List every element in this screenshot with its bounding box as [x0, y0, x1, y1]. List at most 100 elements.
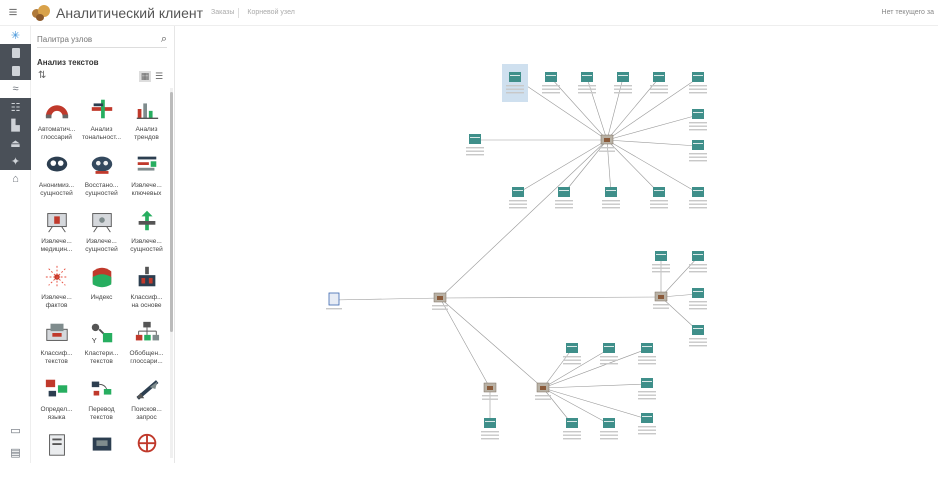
palette-node-tile[interactable]: Извлече... сущностей — [80, 204, 123, 266]
table-node-stripe — [654, 75, 664, 76]
table-node-icon[interactable] — [655, 251, 667, 261]
rail-item-3[interactable]: ≈ — [0, 80, 31, 98]
rail-item-5[interactable]: ▙ — [0, 116, 31, 134]
node-caption — [652, 264, 670, 266]
table-node-icon[interactable] — [692, 109, 704, 119]
table-node-icon[interactable] — [653, 72, 665, 82]
table-node-icon[interactable] — [509, 72, 521, 82]
source-node-icon[interactable] — [328, 292, 340, 306]
table-node-icon[interactable] — [617, 72, 629, 82]
current-task-link[interactable]: Нет текущего за — [882, 9, 934, 16]
rail-atom[interactable]: ✳ — [0, 26, 31, 44]
graph-edge — [542, 348, 648, 389]
node-caption — [563, 359, 581, 361]
sort-icon[interactable]: ⇅ — [38, 70, 46, 81]
table-node-icon[interactable] — [545, 72, 557, 82]
palette-node-tile[interactable]: Определ... языка — [35, 372, 78, 434]
node-caption — [466, 154, 484, 156]
rail-item-6[interactable]: ⏏ — [0, 134, 31, 152]
palette-node-label — [125, 462, 168, 470]
palette-node-tile[interactable] — [35, 428, 78, 490]
table-node-icon[interactable] — [692, 288, 704, 298]
palette-node-tile[interactable]: Извлече... фактов — [35, 260, 78, 322]
list-view-icon[interactable]: ☰ — [153, 71, 165, 82]
palette-node-label: Определ... языка — [40, 406, 73, 421]
node-caption — [506, 88, 524, 90]
table-node-icon[interactable] — [692, 325, 704, 335]
palette-node-tile[interactable]: Индекс — [80, 260, 123, 322]
breadcrumb-item[interactable]: Заказы — [211, 9, 234, 16]
table-node-icon[interactable] — [605, 187, 617, 197]
node-caption — [689, 271, 707, 273]
table-node-icon[interactable] — [484, 418, 496, 428]
table-node-icon[interactable] — [692, 140, 704, 150]
palette-node-tile[interactable]: Извлече... сущностей — [125, 204, 168, 266]
node-caption — [638, 391, 656, 393]
palette-node-tile[interactable]: Извлече... медицин... — [35, 204, 78, 266]
graph-edge — [586, 77, 608, 141]
table-node-icon[interactable] — [603, 343, 615, 353]
rail-item-4[interactable]: ☷ — [0, 98, 31, 116]
palette-node-tile[interactable]: Анализ тональност... — [80, 92, 123, 154]
node-caption — [509, 207, 527, 209]
grid-view-icon[interactable]: ▦ — [139, 71, 151, 82]
table-node-icon[interactable] — [692, 251, 704, 261]
palette-node-tile[interactable]: Перевод текстов — [80, 372, 123, 434]
palette-node-tile[interactable]: Y Кластери... текстов — [80, 316, 123, 378]
restore-icon — [91, 156, 113, 174]
node-caption — [689, 122, 707, 124]
table-node-icon[interactable] — [641, 343, 653, 353]
table-node-icon[interactable] — [581, 72, 593, 82]
cluster-icon: Y — [91, 323, 113, 345]
palette-node-label: Обобщен... глоссари... — [129, 350, 164, 365]
table-node-icon[interactable] — [641, 378, 653, 388]
palette-node-label: Классиф... текстов — [40, 350, 73, 365]
palette-node-tile[interactable]: Классиф... текстов — [35, 316, 78, 378]
rail-monitor[interactable]: ▤ — [0, 441, 31, 463]
grid-icon: ☷ — [10, 101, 21, 114]
table-node-stripe — [567, 346, 577, 347]
palette-node-tile[interactable]: Поисков... запрос — [125, 372, 168, 434]
truck-icon — [92, 437, 112, 451]
palette-node-tile[interactable]: Анализ трендов — [125, 92, 168, 154]
palette-node-tile[interactable] — [125, 428, 168, 490]
rail-item-8[interactable]: ⌂ — [0, 170, 31, 188]
rail-book[interactable]: ▭ — [0, 419, 31, 441]
graph-edge — [439, 139, 608, 299]
medical-icon — [47, 213, 67, 233]
table-node-icon[interactable] — [566, 343, 578, 353]
palette-node-tile[interactable] — [80, 428, 123, 490]
workflow-graph — [326, 64, 707, 440]
palette-search-input[interactable] — [37, 35, 147, 44]
table-node-icon[interactable] — [603, 418, 615, 428]
palette-node-tile[interactable]: Извлече... ключевых — [125, 148, 168, 210]
table-node-icon[interactable] — [653, 187, 665, 197]
table-node-icon[interactable] — [692, 187, 704, 197]
palette-node-tile[interactable]: Анонимиз... сущностей — [35, 148, 78, 210]
graph-edge — [439, 296, 662, 299]
rail-item-7[interactable]: ✦ — [0, 152, 31, 170]
menu-button[interactable]: ≡ — [0, 0, 26, 26]
palette-node-tile[interactable]: Восстано... сущностей — [80, 148, 123, 210]
table-node-icon[interactable] — [512, 187, 524, 197]
node-caption — [563, 431, 581, 433]
graph-edge — [606, 139, 699, 194]
table-node-stripe — [693, 291, 703, 292]
palette-scroll-thumb[interactable] — [170, 92, 173, 332]
table-node-icon[interactable] — [469, 134, 481, 144]
palette-node-tile[interactable]: Автоматич... глоссарий — [35, 92, 78, 154]
table-node-icon[interactable] — [566, 418, 578, 428]
breadcrumb-item[interactable]: Корневой узел — [247, 9, 294, 16]
workflow-canvas[interactable] — [175, 26, 938, 463]
rail-item-1[interactable] — [0, 44, 31, 62]
palette-group-title: Анализ текстов — [37, 58, 99, 67]
node-caption — [638, 398, 656, 400]
table-node-icon[interactable] — [558, 187, 570, 197]
rail-item-2[interactable] — [0, 62, 31, 80]
left-rail: ✳ ≈ ☷ ▙ ⏏ ✦ ⌂ ▭ ▤ — [0, 26, 31, 463]
search-icon[interactable]: ⌕ — [161, 33, 167, 46]
palette-node-tile[interactable]: Обобщен... глоссари... — [125, 316, 168, 378]
table-node-icon[interactable] — [641, 413, 653, 423]
table-node-icon[interactable] — [692, 72, 704, 82]
palette-node-tile[interactable]: Классиф... на основе — [125, 260, 168, 322]
